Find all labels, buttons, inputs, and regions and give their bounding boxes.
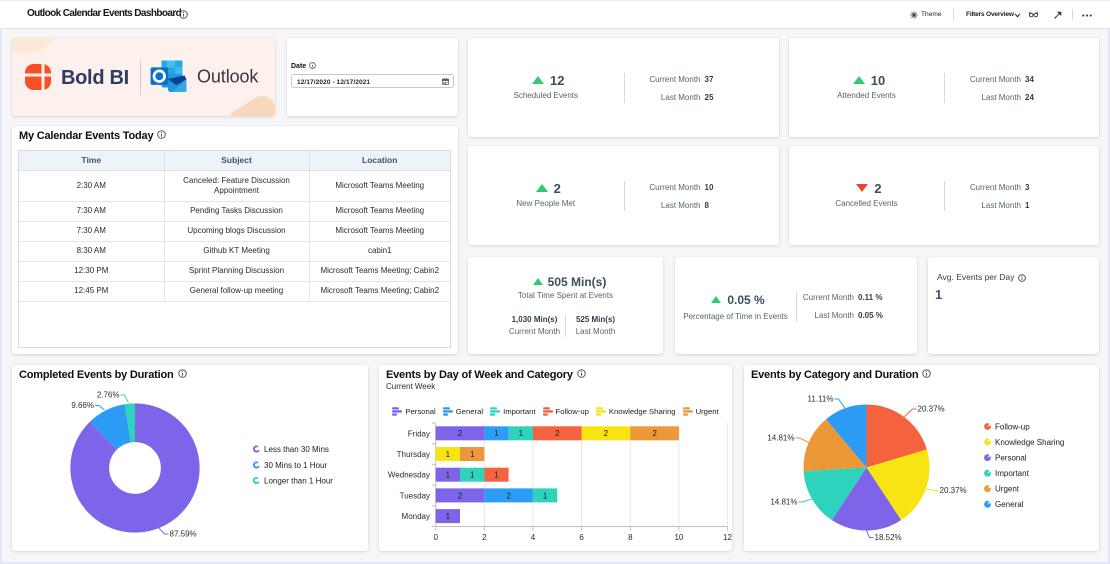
svg-text:2.76%: 2.76% bbox=[97, 391, 120, 400]
svg-text:1: 1 bbox=[470, 471, 475, 480]
svg-text:1: 1 bbox=[519, 429, 524, 438]
svg-text:1: 1 bbox=[543, 491, 548, 500]
svg-text:Urgent: Urgent bbox=[995, 485, 1020, 494]
svg-text:Longer than 1 Hour: Longer than 1 Hour bbox=[264, 476, 333, 485]
svg-text:1: 1 bbox=[446, 512, 451, 521]
svg-text:0: 0 bbox=[433, 533, 438, 542]
svg-text:20.37%: 20.37% bbox=[940, 486, 967, 495]
svg-text:2: 2 bbox=[482, 533, 487, 542]
svg-text:4: 4 bbox=[531, 533, 536, 542]
svg-text:30 Mins to 1 Hour: 30 Mins to 1 Hour bbox=[264, 461, 327, 470]
svg-text:General: General bbox=[995, 500, 1024, 509]
svg-text:18.52%: 18.52% bbox=[875, 533, 902, 542]
svg-text:Tuesday: Tuesday bbox=[400, 491, 430, 500]
svg-text:10: 10 bbox=[674, 533, 683, 542]
svg-text:Thursday: Thursday bbox=[397, 450, 430, 459]
svg-text:2: 2 bbox=[458, 429, 463, 438]
svg-text:Monday: Monday bbox=[402, 512, 430, 521]
svg-text:1: 1 bbox=[446, 471, 451, 480]
svg-text:Wednesday: Wednesday bbox=[388, 471, 430, 480]
svg-text:20.37%: 20.37% bbox=[918, 405, 945, 414]
svg-text:Follow-up: Follow-up bbox=[995, 422, 1030, 431]
svg-text:1: 1 bbox=[446, 450, 451, 459]
svg-text:1: 1 bbox=[470, 450, 475, 459]
svg-text:Outlook: Outlook bbox=[197, 67, 259, 87]
svg-text:Personal: Personal bbox=[995, 453, 1027, 462]
svg-text:87.59%: 87.59% bbox=[170, 530, 197, 539]
svg-text:12: 12 bbox=[723, 533, 732, 542]
svg-text:2: 2 bbox=[604, 429, 609, 438]
svg-text:1: 1 bbox=[494, 429, 499, 438]
svg-text:8: 8 bbox=[628, 533, 633, 542]
svg-text:6: 6 bbox=[579, 533, 584, 542]
svg-text:14.81%: 14.81% bbox=[767, 434, 794, 443]
svg-text:2: 2 bbox=[458, 491, 463, 500]
svg-text:Bold BI: Bold BI bbox=[61, 67, 129, 89]
svg-text:2: 2 bbox=[555, 429, 560, 438]
svg-text:2: 2 bbox=[652, 429, 657, 438]
svg-text:14.81%: 14.81% bbox=[770, 498, 797, 507]
svg-text:Knowledge Sharing: Knowledge Sharing bbox=[995, 438, 1064, 447]
svg-text:Less than 30 Mins: Less than 30 Mins bbox=[264, 445, 329, 454]
svg-text:11.11%: 11.11% bbox=[808, 395, 834, 404]
svg-text:9.66%: 9.66% bbox=[71, 401, 94, 410]
svg-text:1: 1 bbox=[494, 471, 499, 480]
svg-text:Friday: Friday bbox=[408, 429, 430, 438]
svg-text:Important: Important bbox=[995, 469, 1030, 478]
svg-text:2: 2 bbox=[506, 491, 511, 500]
